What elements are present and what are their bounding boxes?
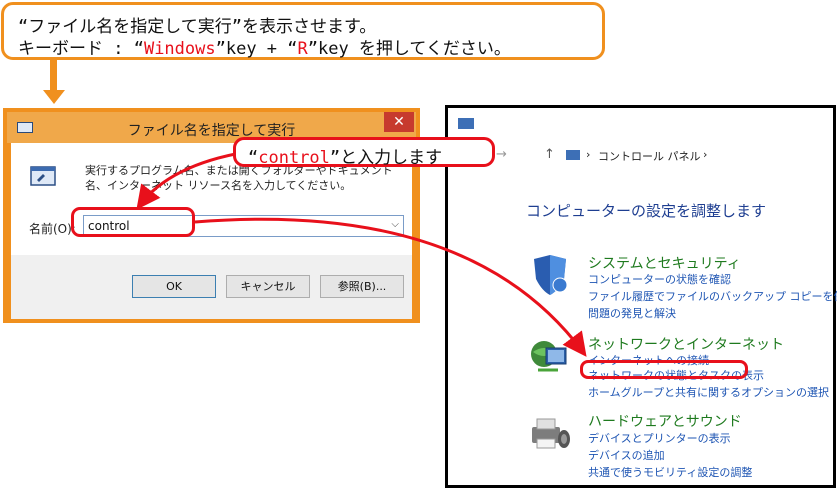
input-highlight: [71, 207, 195, 237]
control-callout: “control”と入力します: [233, 137, 495, 168]
arrow-to-input: [136, 150, 247, 210]
control-command-label: control: [258, 148, 330, 168]
control-callout-text: “control”と入力します: [248, 143, 442, 168]
callout-instruction: ”と入力します: [329, 148, 443, 168]
arrow-to-network-link: [194, 217, 587, 357]
network-link-highlight: [580, 360, 748, 379]
annotation-arrows: [136, 150, 587, 357]
callout-quote: “: [248, 148, 259, 168]
